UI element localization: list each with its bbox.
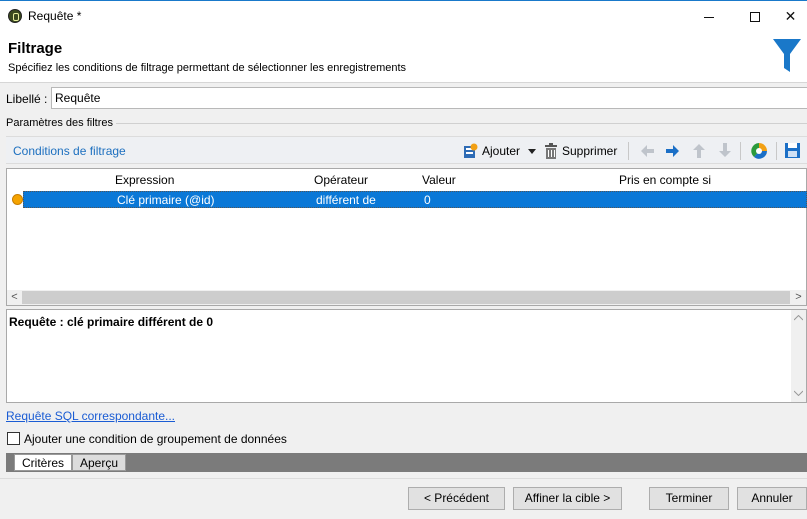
table-row[interactable]: Clé primaire (@id) différent de 0 <box>23 191 807 208</box>
minimize-button[interactable] <box>686 1 732 31</box>
grouping-checkbox[interactable] <box>7 432 20 445</box>
add-condition-icon <box>464 143 478 158</box>
cancel-button[interactable]: Annuler <box>737 487 807 510</box>
cell-expression: Clé primaire (@id) <box>117 193 215 207</box>
previous-button[interactable]: < Précédent <box>408 487 505 510</box>
toolbar-separator <box>740 142 741 160</box>
scroll-left-icon[interactable]: < <box>7 290 22 305</box>
close-button[interactable]: ✕ <box>774 1 807 31</box>
save-icon[interactable] <box>784 142 801 159</box>
tab-apercu[interactable]: Aperçu <box>72 454 127 471</box>
params-divider <box>6 123 807 124</box>
tab-criteres[interactable]: Critères <box>14 454 73 471</box>
delete-label: Supprimer <box>562 144 618 158</box>
maximize-button[interactable] <box>732 1 778 31</box>
finish-button[interactable]: Terminer <box>649 487 729 510</box>
arrow-up-icon[interactable] <box>691 142 707 159</box>
toolbar-separator <box>776 142 777 160</box>
filter-description-panel: Requête : clé primaire différent de 0 <box>6 309 807 403</box>
add-condition-button[interactable]: Ajouter <box>462 142 537 160</box>
page-subtitle: Spécifiez les conditions de filtrage per… <box>8 62 407 74</box>
scroll-right-icon[interactable]: > <box>791 290 806 305</box>
libelle-input[interactable] <box>51 87 807 109</box>
arrow-left-icon[interactable] <box>639 143 655 159</box>
cell-operator: différent de <box>316 193 376 207</box>
window-title: Requête * <box>28 9 82 23</box>
conditions-grid[interactable]: Expression Opérateur Valeur Pris en comp… <box>6 168 807 306</box>
close-icon: ✕ <box>784 8 797 24</box>
dropdown-arrow-icon[interactable] <box>527 147 537 155</box>
horizontal-scrollbar[interactable]: < > <box>7 290 806 305</box>
footer-divider <box>0 478 807 479</box>
funnel-icon <box>773 39 801 72</box>
conditions-toolbar: Conditions de filtrage Ajouter Supprimer <box>6 136 807 164</box>
distribution-chart-icon[interactable] <box>750 142 768 160</box>
delete-condition-button[interactable]: Supprimer <box>544 142 617 160</box>
refine-target-button[interactable]: Affiner la cible > <box>513 487 622 510</box>
vertical-scrollbar[interactable] <box>791 310 806 402</box>
maximize-icon <box>750 12 760 23</box>
add-label: Ajouter <box>482 144 521 158</box>
scroll-down-icon[interactable] <box>794 390 803 396</box>
conditions-title: Conditions de filtrage <box>13 144 126 158</box>
toolbar-separator <box>628 142 629 160</box>
filter-description: Requête : clé primaire différent de 0 <box>9 315 214 329</box>
params-section-label: Paramètres des filtres <box>6 117 116 129</box>
status-dot-icon <box>12 194 23 205</box>
column-header-operator[interactable]: Opérateur <box>314 173 368 187</box>
libelle-label: Libellé : <box>6 92 48 106</box>
trash-icon <box>545 143 557 159</box>
sql-query-link[interactable]: Requête SQL correspondante... <box>6 409 175 423</box>
column-header-condition[interactable]: Pris en compte si <box>619 173 711 187</box>
tab-bar: Critères Aperçu <box>6 453 807 472</box>
arrow-right-icon[interactable] <box>665 143 681 159</box>
page-title: Filtrage <box>8 40 63 57</box>
app-logo-icon <box>8 9 22 23</box>
minimize-icon <box>704 16 714 18</box>
column-header-expression[interactable]: Expression <box>115 173 174 187</box>
scrollbar-thumb[interactable] <box>22 291 790 304</box>
column-header-value[interactable]: Valeur <box>422 173 456 187</box>
cell-value: 0 <box>424 193 431 207</box>
grouping-checkbox-label[interactable]: Ajouter une condition de groupement de d… <box>24 432 287 446</box>
window-titlebar: Requête * ✕ <box>0 0 807 31</box>
wizard-header: Filtrage Spécifiez les conditions de fil… <box>0 31 807 83</box>
scroll-up-icon[interactable] <box>794 315 803 321</box>
arrow-down-icon[interactable] <box>717 142 733 159</box>
